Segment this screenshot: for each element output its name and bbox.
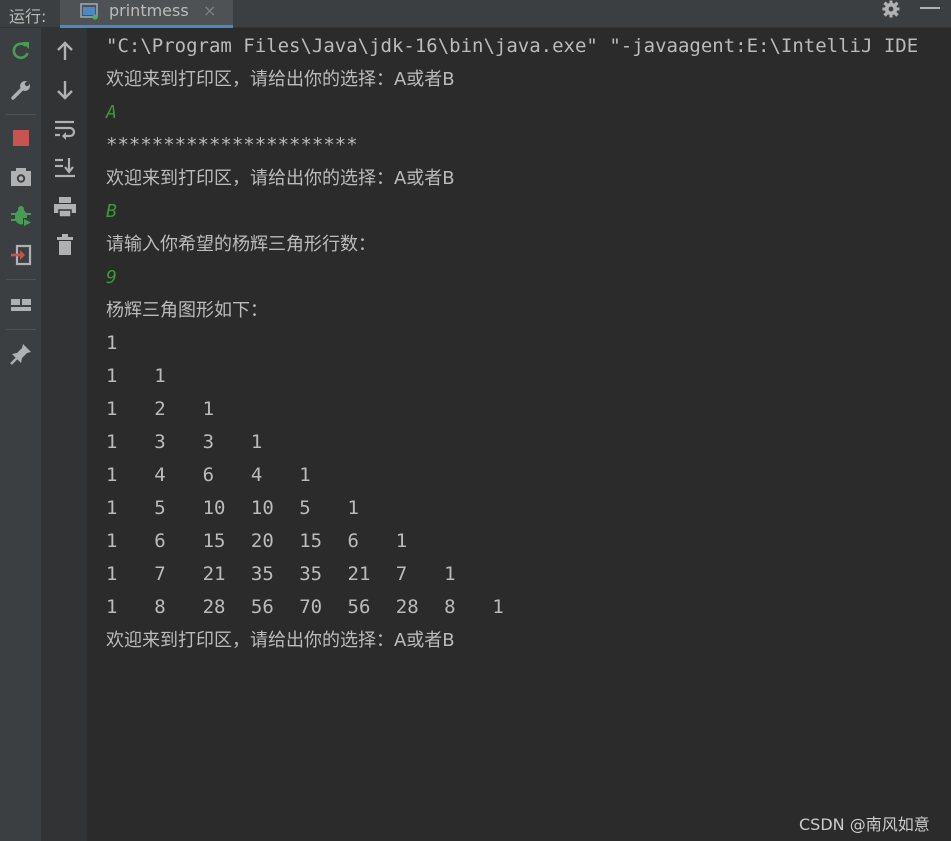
triangle-cell: 4 bbox=[154, 464, 166, 486]
run-config-icon bbox=[80, 3, 98, 20]
console-toolbar bbox=[42, 28, 87, 841]
triangle-cell: 7 bbox=[395, 563, 408, 585]
camera-icon[interactable] bbox=[9, 165, 33, 189]
console-user-input: A bbox=[106, 102, 117, 123]
console-prompt-line: 欢迎来到打印区，请给出你的选择：A或者B bbox=[106, 69, 455, 90]
triangle-cell: 15 bbox=[202, 530, 226, 552]
triangle-cell: 1 bbox=[492, 596, 504, 618]
triangle-cell: 1 bbox=[106, 563, 118, 585]
separator bbox=[6, 114, 36, 115]
tab-printmess[interactable]: printmess × bbox=[60, 0, 233, 28]
triangle-cell: 3 bbox=[154, 431, 166, 453]
print-icon[interactable] bbox=[53, 195, 77, 219]
left-toolbar bbox=[0, 28, 42, 841]
run-tool-window: 运行: printmess × "C:\Program Files\Java\j… bbox=[0, 0, 951, 841]
triangle-cell: 15 bbox=[299, 530, 323, 552]
console-user-input: B bbox=[106, 201, 117, 222]
triangle-cell: 35 bbox=[250, 563, 274, 585]
triangle-cell: 56 bbox=[250, 596, 274, 618]
triangle-cell: 20 bbox=[250, 530, 274, 552]
triangle-cell: 8 bbox=[444, 596, 456, 618]
triangle-cell: 1 bbox=[106, 464, 118, 486]
watermark: CSDN @南风如意 bbox=[799, 815, 930, 834]
triangle-cell: 21 bbox=[347, 563, 371, 585]
soft-wrap-icon[interactable] bbox=[53, 117, 77, 141]
triangle-cell: 1 bbox=[106, 431, 118, 453]
wrench-icon[interactable] bbox=[9, 78, 33, 102]
triangle-cell: 1 bbox=[106, 365, 118, 387]
triangle-cell: 7 bbox=[154, 563, 166, 585]
scroll-to-end-icon[interactable] bbox=[53, 155, 77, 179]
triangle-cell: 5 bbox=[154, 497, 166, 519]
triangle-cell: 10 bbox=[250, 497, 274, 519]
triangle-cell: 6 bbox=[202, 464, 215, 486]
console-stars-line: ********************** bbox=[106, 134, 358, 156]
triangle-cell: 28 bbox=[202, 596, 226, 618]
console-user-input: 9 bbox=[106, 267, 117, 288]
triangle-cell: 10 bbox=[202, 497, 226, 519]
trash-icon[interactable] bbox=[53, 233, 77, 257]
triangle-cell: 1 bbox=[154, 365, 166, 387]
triangle-cell: 1 bbox=[106, 530, 118, 552]
debug-icon[interactable] bbox=[9, 204, 33, 228]
pin-icon[interactable] bbox=[9, 342, 33, 366]
run-tab-bar: 运行: printmess × bbox=[0, 0, 951, 28]
triangle-cell: 8 bbox=[154, 596, 166, 618]
console-triangle-title: 杨辉三角图形如下： bbox=[106, 300, 268, 321]
triangle-cell: 6 bbox=[347, 530, 359, 552]
triangle-cell: 35 bbox=[299, 563, 323, 585]
triangle-cell: 1 bbox=[106, 596, 118, 618]
minimize-icon[interactable] bbox=[920, 7, 940, 9]
triangle-cell: 1 bbox=[250, 431, 263, 453]
triangle-cell: 1 bbox=[202, 398, 215, 420]
triangle-cell: 2 bbox=[154, 398, 166, 420]
stop-icon[interactable] bbox=[9, 126, 33, 150]
triangle-cell: 4 bbox=[250, 464, 263, 486]
run-label: 运行: bbox=[9, 7, 47, 26]
triangle-cell: 3 bbox=[202, 431, 215, 453]
triangle-cell: 21 bbox=[202, 563, 226, 585]
triangle-cell: 1 bbox=[106, 332, 118, 354]
triangle-cell: 28 bbox=[395, 596, 419, 618]
console-output[interactable]: "C:\Program Files\Java\jdk-16\bin\java.e… bbox=[87, 28, 951, 841]
triangle-cell: 5 bbox=[299, 497, 311, 519]
separator bbox=[6, 329, 36, 330]
settings-icon[interactable] bbox=[880, 0, 902, 22]
console-prompt-line: 欢迎来到打印区，请给出你的选择：A或者B bbox=[106, 630, 455, 651]
triangle-cell: 6 bbox=[154, 530, 166, 552]
triangle-cell: 56 bbox=[347, 596, 371, 618]
triangle-cell: 1 bbox=[395, 530, 408, 552]
triangle-cell: 1 bbox=[106, 497, 118, 519]
arrow-up-icon[interactable] bbox=[53, 39, 77, 63]
arrow-down-icon[interactable] bbox=[53, 78, 77, 102]
triangle-cell: 1 bbox=[444, 563, 456, 585]
console-command-line: "C:\Program Files\Java\jdk-16\bin\java.e… bbox=[106, 35, 919, 57]
console-rows-prompt: 请输入你希望的杨辉三角形行数： bbox=[106, 234, 376, 255]
layout-icon[interactable] bbox=[9, 293, 33, 317]
exit-icon[interactable] bbox=[9, 243, 33, 267]
console-prompt-line: 欢迎来到打印区，请给出你的选择：A或者B bbox=[106, 168, 455, 189]
triangle-cell: 1 bbox=[106, 398, 118, 420]
separator bbox=[6, 279, 36, 280]
rerun-icon[interactable] bbox=[9, 39, 33, 63]
tab-label: printmess bbox=[109, 1, 189, 20]
triangle-cell: 1 bbox=[347, 497, 359, 519]
triangle-cell: 1 bbox=[299, 464, 311, 486]
close-icon[interactable]: × bbox=[203, 1, 216, 20]
triangle-cell: 70 bbox=[299, 596, 323, 618]
